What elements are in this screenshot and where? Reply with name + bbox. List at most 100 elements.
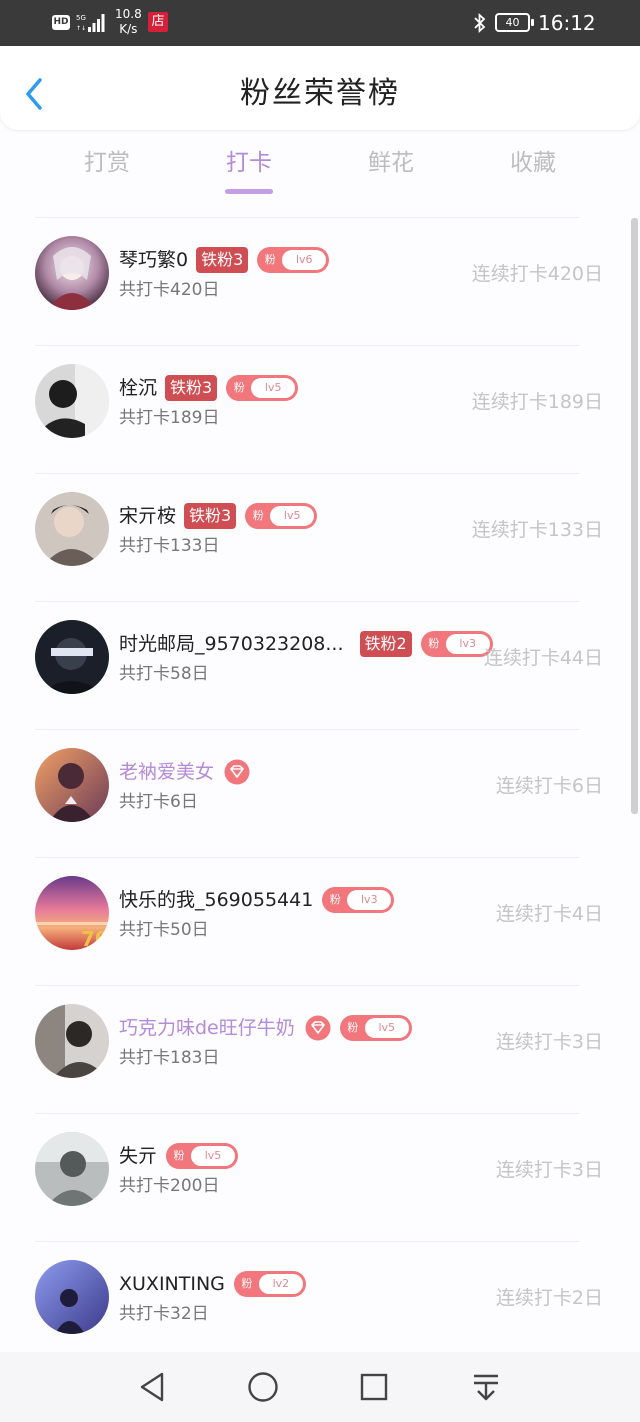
list-item[interactable]: XUXINTING 粉 lv2 共打卡32日 连续打卡2日 [0,1234,640,1362]
name-line: 巧克力味de旺仔牛奶 粉 lv5 [119,1014,412,1042]
name-line: XUXINTING 粉 lv2 [119,1270,306,1298]
list-item[interactable]: 时光邮局_9570323208... 铁粉2 粉 lv3 共打卡58日 连续打卡… [0,594,640,722]
username[interactable]: 快乐的我_569055441 [119,887,313,913]
iron-fan-badge: 铁粉3 [165,375,218,401]
avatar[interactable] [35,492,109,566]
total-checkin: 共打卡133日 [119,536,220,556]
avatar[interactable] [35,1260,109,1334]
total-checkin: 共打卡58日 [119,664,209,684]
store-icon: 店 [148,12,168,32]
notification-pulldown-icon[interactable] [468,1369,504,1405]
avatar[interactable] [35,236,109,310]
streak-checkin: 连续打卡420日 [471,263,603,285]
divider [35,345,580,346]
total-checkin: 共打卡183日 [119,1048,220,1068]
avatar[interactable] [35,748,109,822]
back-triangle-icon[interactable] [134,1369,170,1405]
fan-label: 粉 [329,893,341,906]
list-item[interactable]: 失亓 粉 lv5 共打卡200日 连续打卡3日 [0,1106,640,1234]
fan-level-badge: 粉 lv5 [166,1143,239,1169]
fan-label: 粉 [233,381,245,394]
name-line: 琴巧繁0 铁粉3 粉 lv6 [119,246,330,274]
level-label: lv3 [347,890,392,910]
username[interactable]: 失亓 [119,1143,157,1169]
fan-level-badge: 粉 lv6 [257,247,330,273]
divider [35,473,580,474]
home-circle-icon[interactable] [245,1369,281,1405]
svg-text:5G: 5G [76,14,86,22]
avatar[interactable] [35,1004,109,1078]
name-line: 宋亓桉 铁粉3 粉 lv5 [119,502,318,530]
streak-checkin: 连续打卡133日 [471,519,603,541]
streak-checkin: 连续打卡2日 [495,1287,603,1309]
tab-flowers[interactable]: 鲜花 [341,146,441,180]
fan-level-badge: 粉 lv5 [339,1015,412,1041]
streak-checkin: 连续打卡3日 [495,1159,603,1181]
divider [35,729,580,730]
signal-icon: 5G ↑↓ [76,14,105,32]
streak-checkin: 连续打卡44日 [483,647,603,669]
diamond-icon [224,759,250,785]
list-item[interactable]: 栓沉 铁粉3 粉 lv5 共打卡189日 连续打卡189日 [0,338,640,466]
name-line: 时光邮局_9570323208... 铁粉2 粉 lv3 [119,630,493,658]
name-line: 栓沉 铁粉3 粉 lv5 [119,374,299,402]
fan-level-badge: 粉 lv3 [420,631,493,657]
fan-level-badge: 粉 lv2 [233,1271,306,1297]
streak-checkin: 连续打卡3日 [495,1031,603,1053]
list-item[interactable]: 宋亓桉 铁粉3 粉 lv5 共打卡133日 连续打卡133日 [0,466,640,594]
speed-unit: K/s [119,22,138,36]
bluetooth-icon [474,12,486,34]
fan-level-badge: 粉 lv5 [226,375,299,401]
level-label: lv5 [270,506,315,526]
avatar[interactable]: 70 [35,876,109,950]
tab-bar: 打赏 打卡 鲜花 收藏 [0,140,640,200]
fan-ranking-list: 琴巧繁0 铁粉3 粉 lv6 共打卡420日 连续打卡420日 栓沉 铁粉3 粉… [0,210,640,1362]
fan-label: 粉 [264,253,276,266]
name-line: 老衲爱美女 [119,758,250,786]
diamond-icon [305,1015,331,1041]
username[interactable]: 琴巧繁0 [119,247,188,273]
svg-text:70: 70 [81,927,109,950]
level-label: lv6 [282,250,327,270]
recents-square-icon[interactable] [356,1369,392,1405]
streak-checkin: 连续打卡4日 [495,903,603,925]
divider [35,601,580,602]
total-checkin: 共打卡189日 [119,408,220,428]
tab-favorites[interactable]: 收藏 [483,146,583,180]
fan-label: 粉 [252,509,264,522]
avatar[interactable] [35,620,109,694]
list-item[interactable]: 琴巧繁0 铁粉3 粉 lv6 共打卡420日 连续打卡420日 [0,210,640,338]
iron-fan-badge: 铁粉3 [196,247,249,273]
fan-label: 粉 [347,1021,359,1034]
avatar[interactable] [35,1132,109,1206]
fan-level-badge: 粉 lv5 [245,503,318,529]
username[interactable]: 宋亓桉 [119,503,176,529]
username[interactable]: 时光邮局_9570323208... [119,631,344,657]
divider [35,985,580,986]
tab-checkin[interactable]: 打卡 [199,146,299,180]
username[interactable]: 老衲爱美女 [119,759,214,785]
divider [35,217,580,218]
divider [35,1113,580,1114]
total-checkin: 共打卡6日 [119,792,198,812]
level-label: lv5 [364,1018,409,1038]
username[interactable]: 巧克力味de旺仔牛奶 [119,1015,295,1041]
username[interactable]: XUXINTING [119,1271,225,1297]
name-line: 快乐的我_569055441 粉 lv3 [119,886,395,914]
divider [35,857,580,858]
network-speed: 10.8 K/s [115,7,142,37]
list-item[interactable]: 70 快乐的我_569055441 粉 lv3 共打卡50日 连续打卡4日 [0,850,640,978]
username[interactable]: 栓沉 [119,375,157,401]
list-item[interactable]: 巧克力味de旺仔牛奶 粉 lv5 共打卡183日 连续打卡3日 [0,978,640,1106]
page-header: 粉丝荣誉榜 [0,46,640,130]
system-nav-bar [0,1352,640,1422]
list-item[interactable]: 老衲爱美女 共打卡6日 连续打卡6日 [0,722,640,850]
clock: 16:12 [538,11,596,35]
fan-label: 粉 [241,1277,253,1290]
iron-fan-badge: 铁粉3 [184,503,237,529]
avatar[interactable] [35,364,109,438]
svg-text:↑↓: ↑↓ [76,25,86,32]
tab-tips[interactable]: 打赏 [57,146,157,180]
fan-label: 粉 [428,637,440,650]
divider [35,1241,580,1242]
